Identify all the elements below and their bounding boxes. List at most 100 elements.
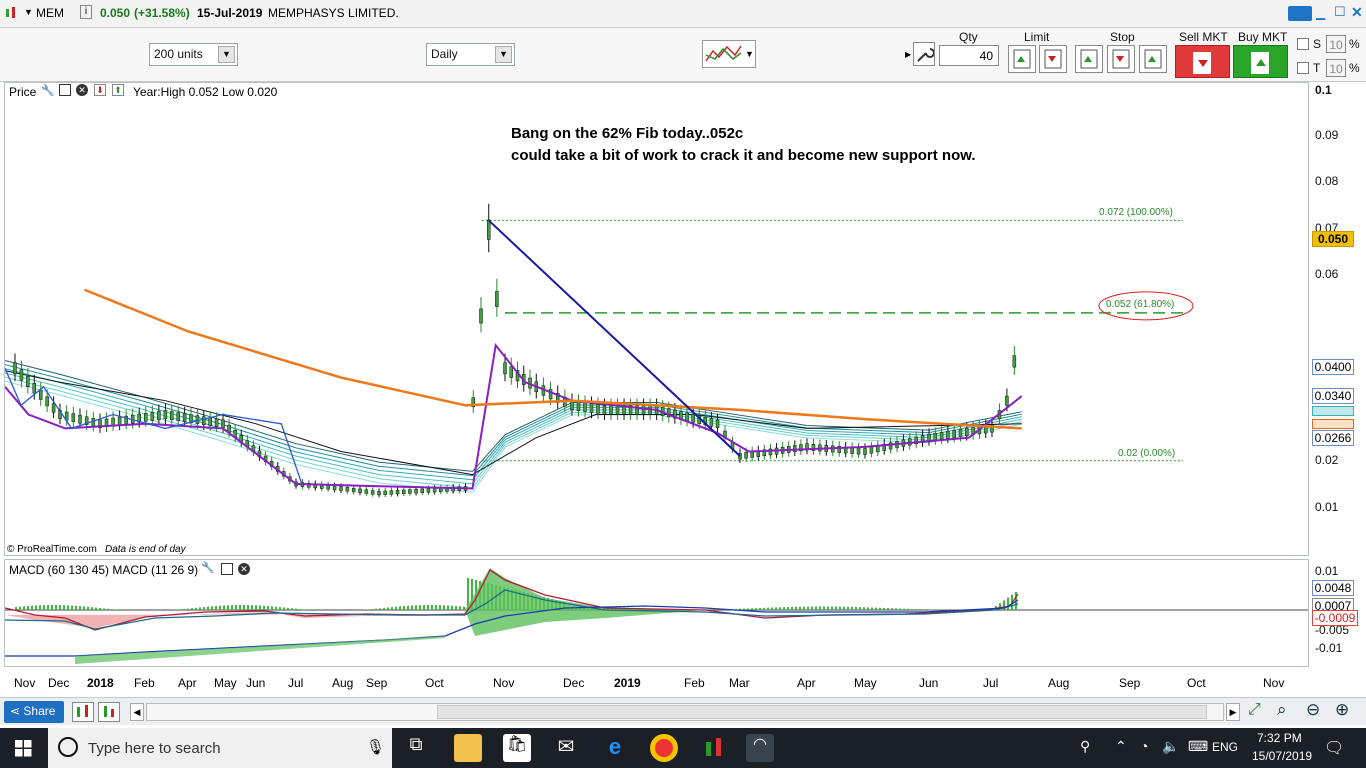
mail-icon[interactable]: ✉ [552,734,580,762]
sell-mkt-button[interactable] [1175,45,1230,78]
file-explorer-icon[interactable] [454,734,482,762]
candlestick-icon[interactable] [4,6,18,20]
price-candle [345,487,350,492]
search-box[interactable]: Type here to search 🎙 [48,728,392,768]
scrollbar-track[interactable] [146,703,1224,721]
info-icon[interactable]: i [80,5,92,19]
macd-histogram-bar [23,606,25,610]
keyboard-icon[interactable]: ⌨ [1188,738,1208,755]
t-value-input[interactable]: 10 [1326,59,1346,77]
credit-label: © ProRealTime.com [7,544,97,555]
app-icon[interactable]: ◠ [746,734,774,762]
microphone-icon[interactable]: 🎙 [366,738,385,756]
wrench-icon[interactable] [913,42,935,66]
wrench-icon[interactable]: 🔧 [201,561,215,574]
price-candle [150,412,155,421]
fit-chart-icon[interactable]: ⤢ [1248,701,1261,719]
price-candle [32,382,37,394]
scroll-left-button[interactable]: ◀ [130,703,144,721]
wrench-icon[interactable]: 🔧 [41,84,55,97]
qty-input[interactable]: 40 [939,45,999,66]
zoom-in-icon[interactable]: ⊕ [1335,700,1349,720]
language-indicator[interactable]: ENG [1212,740,1238,754]
task-view-icon[interactable]: ⧉ [402,734,430,762]
chart-type-icon[interactable] [72,702,94,722]
macd-histogram-bar [59,605,61,610]
close-icon[interactable]: ✕ [76,84,88,96]
macd-tag: -0.0009 [1312,610,1358,626]
period-select[interactable]: Daily ▼ [426,43,515,66]
macd-histogram-bar [203,607,205,610]
scrollbar-thumb[interactable] [437,705,1207,719]
chevron-up-icon[interactable]: ⌃ [1115,738,1127,755]
quote-date: 15-Jul-2019 [197,6,263,20]
chevron-down-icon: ▼ [218,46,235,63]
indicators-button[interactable]: ▼ [702,40,756,68]
clock-time[interactable]: 7:32 PM [1257,731,1302,745]
arrow-up-icon[interactable]: ⬆ [112,84,124,96]
time-axis-label: Oct [425,676,444,690]
chevron-right-icon[interactable]: ▶ [905,50,911,59]
price-chart-panel[interactable]: Price 🔧 ✕ ⬇ ⬆ Year:High 0.052 Low 0.020 … [4,82,1309,556]
price-candle [583,402,587,412]
network-icon[interactable]: ◔ [1140,738,1148,754]
window-icon[interactable] [221,563,233,575]
macd-histogram-bar [783,607,785,610]
window-icon[interactable] [59,84,71,96]
maximize-button[interactable]: ☐ [1334,4,1346,20]
macd-histogram-bar [259,605,261,610]
units-select[interactable]: 200 units ▼ [149,43,238,66]
stop-limit-button[interactable] [1139,45,1167,73]
share-button[interactable]: ⋖ Share [4,701,64,723]
macd-histogram-bar [415,605,417,610]
price-tag: 0.0400 [1312,359,1354,375]
macd-histogram-bar [15,607,17,610]
candles-icon[interactable] [98,702,120,722]
prorealtime-icon[interactable] [700,734,728,762]
chrome-icon[interactable] [650,734,678,762]
people-icon[interactable]: ⚲ [1080,738,1090,755]
limit-buy-button[interactable] [1008,45,1036,73]
clock-date[interactable]: 15/07/2019 [1252,749,1312,763]
store-icon[interactable]: 🛍 [503,734,531,762]
volume-icon[interactable]: 🔈 [1162,738,1179,755]
chevron-down-icon[interactable]: ▼ [24,7,33,17]
macd-chart[interactable] [5,560,1308,666]
macd-histogram-bar [107,608,109,610]
notifications-icon[interactable]: 🗨 [1324,738,1344,758]
macd-histogram-bar [939,609,941,610]
price-candle [509,366,514,378]
macd-histogram-bar [31,605,33,610]
macd-histogram-bar [367,609,369,610]
macd-histogram-bar [35,605,37,610]
price-axis: 0.1 0.09 0.08 0.07 0.06 0.02 0.01 [1309,82,1366,556]
stop-buy-button[interactable] [1075,45,1103,73]
t-checkbox[interactable] [1297,62,1309,74]
edge-icon[interactable]: e [601,734,629,762]
s-value-input[interactable]: 10 [1326,35,1346,53]
macd-histogram-bar [867,607,869,610]
buy-mkt-button[interactable] [1233,45,1288,78]
windows-start-icon[interactable] [15,740,32,760]
time-axis-label: May [214,676,237,690]
keyboard-icon[interactable] [1288,6,1312,21]
macd-panel[interactable]: MACD (60 130 45) MACD (11 26 9) 🔧 ✕ [4,559,1309,667]
close-icon[interactable]: ✕ [238,563,250,575]
price-tag: 0.0266 [1312,430,1354,446]
price-axis-label: 0.09 [1315,128,1339,142]
close-button[interactable]: ✕ [1351,4,1363,21]
limit-sell-button[interactable] [1039,45,1067,73]
zoom-fit-icon[interactable]: ⌕ [1277,700,1287,720]
zoom-out-icon[interactable]: ⊖ [1306,700,1320,720]
scroll-right-button[interactable]: ▶ [1226,703,1240,721]
stop-sell-button[interactable] [1107,45,1135,73]
minimize-button[interactable]: ▁ [1316,6,1325,20]
symbol-label[interactable]: MEM [36,6,64,20]
macd-histogram-bar [187,608,189,610]
macd-histogram-bar [831,606,833,610]
arrow-down-icon[interactable]: ⬇ [94,84,106,96]
macd-histogram-bar [91,607,93,610]
price-candle [414,489,418,494]
s-checkbox[interactable] [1297,38,1309,50]
macd-histogram-bar [803,606,805,610]
